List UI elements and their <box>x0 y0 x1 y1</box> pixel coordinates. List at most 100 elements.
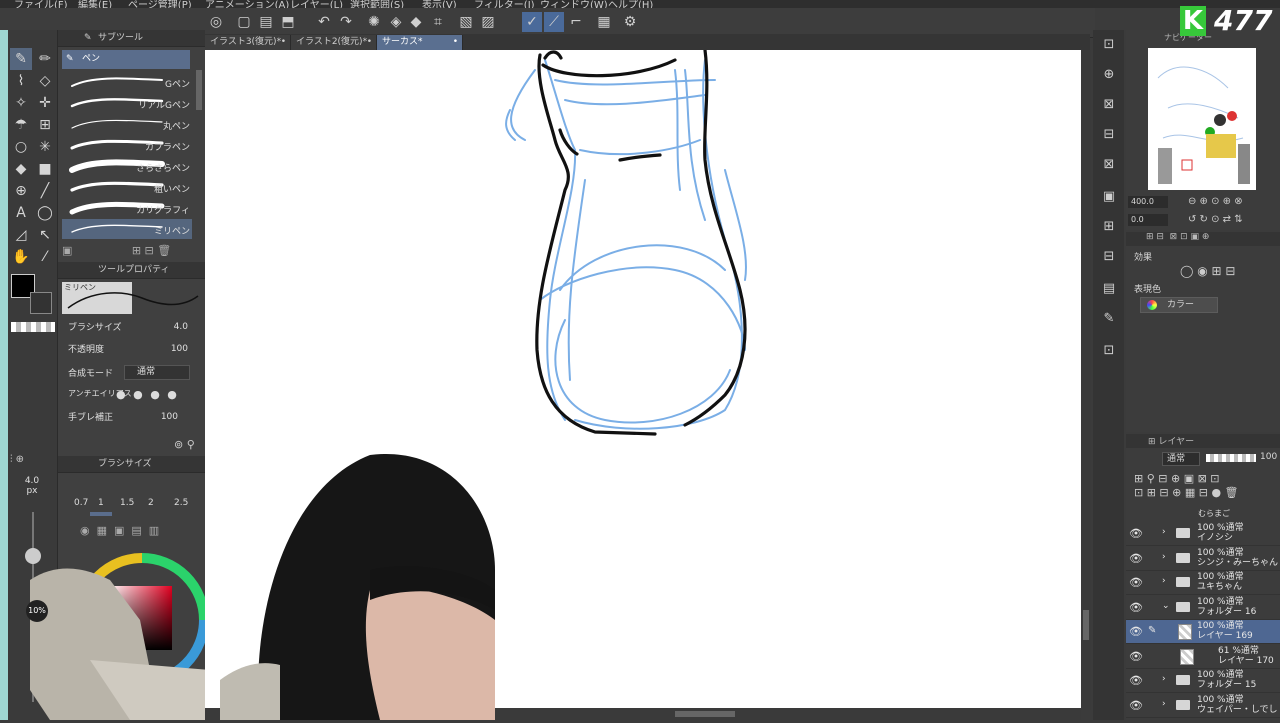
layer-row[interactable]: 👁 ⌄ 100 %通常 フォルダー 16 <box>1126 596 1280 620</box>
brushsize-footer-icons[interactable]: ◉ ▦ ▣ ▤ ▥ <box>80 524 200 538</box>
auto-action-icon[interactable]: ⊟ <box>1098 246 1120 268</box>
brush-item[interactable]: カブラペン <box>62 135 192 155</box>
figure-icon[interactable]: ⊡ <box>1098 340 1120 362</box>
hand-tool-icon[interactable]: ✋ <box>10 246 32 268</box>
visibility-eye-icon[interactable]: 👁 <box>1129 625 1143 638</box>
pencil-tool-icon[interactable]: ✏ <box>34 48 56 70</box>
layer-row[interactable]: 👁 › 100 %通常 フォルダー 15 <box>1126 669 1280 693</box>
brush-item[interactable]: Gペン <box>62 72 192 92</box>
operation-tool-icon[interactable]: ↖ <box>34 224 56 246</box>
chevron-right-icon[interactable]: › <box>1162 527 1166 537</box>
ruler-icon[interactable]: ▨ <box>478 12 498 32</box>
canvas-vertical-scrollbar[interactable] <box>1081 50 1091 710</box>
chevron-right-icon[interactable]: › <box>1162 674 1166 684</box>
search-icon[interactable]: ⊕ <box>1098 64 1120 86</box>
magic-wand-icon[interactable]: ✳ <box>34 136 56 158</box>
transform-icon[interactable]: ◆ <box>406 12 426 32</box>
navigator-preview[interactable] <box>1148 48 1256 190</box>
subtool-scrollbar[interactable] <box>196 70 202 110</box>
snap-icon[interactable]: ▧ <box>456 12 476 32</box>
visibility-eye-icon[interactable]: 👁 <box>1129 650 1143 663</box>
nav-toggle-icon[interactable]: ⊡ <box>1098 34 1120 56</box>
subtool-group-pen[interactable]: ✎ ペン <box>62 50 190 69</box>
new-icon[interactable]: ▢ <box>234 12 254 32</box>
lasso-tool-icon[interactable]: ○ <box>10 136 32 158</box>
chevron-right-icon[interactable]: › <box>1162 552 1166 562</box>
brush-item[interactable]: さらさらペン <box>62 156 192 176</box>
layer-action-buttons[interactable]: ⊞ ⚲ ⊟ ⊕ ▣ ⊠ ⊡ ⊡ ⊞ ⊟ ⊕ ▦ ⊟ ● 🗑 <box>1134 472 1278 502</box>
effect-buttons[interactable]: ◯ ◉ ⊞ ⊟ <box>1180 264 1235 278</box>
figure-tool-icon[interactable]: ⊕ <box>10 180 32 202</box>
brush-size-preset[interactable]: 2 <box>148 498 154 508</box>
gradient-tool-icon[interactable]: ■ <box>34 158 56 180</box>
layer-row[interactable]: 👁 › 100 %通常 シンジ・みーちゃん <box>1126 547 1280 571</box>
transparent-swatch[interactable] <box>11 322 55 332</box>
chevron-right-icon[interactable]: › <box>1162 699 1166 709</box>
brush-size-row[interactable]: ブラシサイズ 4.0 <box>68 320 190 338</box>
opacity-row[interactable]: 不透明度 100 <box>68 342 190 360</box>
stabilize-row[interactable]: 手ブレ補正 100 <box>68 410 190 428</box>
grid-tool-icon[interactable]: ⊞ <box>34 114 56 136</box>
angle-value[interactable]: 0.0 <box>1128 214 1168 226</box>
move-tool-icon[interactable]: ✛ <box>34 92 56 114</box>
menu-layer[interactable]: レイヤー(L) <box>290 0 343 8</box>
brush-size-value[interactable]: 4.0 <box>174 322 188 332</box>
visibility-eye-icon[interactable]: 👁 <box>1129 576 1143 589</box>
layer-row[interactable]: 👁 › 100 %通常 ウェイパー・しでし <box>1126 694 1280 718</box>
snap-grid-icon[interactable]: ⌐ <box>566 12 586 32</box>
layer-opacity-slider[interactable] <box>1206 454 1256 462</box>
layer-row[interactable]: 👁 61 %通常 レイヤー 170 <box>1126 645 1280 669</box>
brush-item[interactable]: リアルGペン <box>62 93 192 113</box>
brush-size-preset[interactable]: 1 <box>98 498 104 508</box>
decoration-tool-icon[interactable]: ✧ <box>10 92 32 114</box>
blend-tool-icon[interactable]: ☂ <box>10 114 32 136</box>
material-icon[interactable]: ⊠ <box>1098 94 1120 116</box>
menu-file[interactable]: ファイル(F) <box>14 0 68 8</box>
sub-color-swatch[interactable] <box>30 292 52 314</box>
subtool-footer-icons[interactable]: ▣ ⊞ ⊟ 🗑 <box>62 244 202 260</box>
visibility-eye-icon[interactable]: 👁 <box>1129 601 1143 614</box>
brush-size-preset[interactable]: 1.5 <box>120 498 134 508</box>
layer-prop-icon[interactable]: ⊞ <box>1098 216 1120 238</box>
horizontal-scroll-thumb[interactable] <box>675 711 735 717</box>
edit-icon[interactable]: ✎ <box>1098 308 1120 330</box>
frame-tool-icon[interactable]: ◿ <box>10 224 32 246</box>
open-icon[interactable]: ▤ <box>256 12 276 32</box>
layer-blend-select[interactable]: 通常 <box>1162 452 1200 466</box>
zoom-buttons[interactable]: ⊖ ⊕ ⊙ ⊕ ⊗ <box>1188 196 1278 208</box>
brush-tool-icon[interactable]: ⌇ <box>10 70 32 92</box>
zoom-value[interactable]: 400.0 <box>1128 196 1168 208</box>
menu-view[interactable]: 表示(V) <box>422 0 457 8</box>
express-color-select[interactable]: カラー <box>1140 297 1218 313</box>
tab-circus[interactable]: サーカス* • <box>377 35 463 50</box>
item-bank-icon[interactable]: ▤ <box>1098 278 1120 300</box>
rotate-buttons[interactable]: ↺ ↻ ⊙ ⇄ ⇅ <box>1188 214 1278 226</box>
fill-icon[interactable]: ◈ <box>386 12 406 32</box>
tab-close-icon[interactable]: • <box>367 35 372 50</box>
menu-select[interactable]: 選択範囲(S) <box>350 0 404 8</box>
balloon-tool-icon[interactable]: ◯ <box>34 202 56 224</box>
crop-icon[interactable]: ⌗ <box>428 12 448 32</box>
undo-icon[interactable]: ↶ <box>314 12 334 32</box>
settings-icon[interactable]: ⚙ <box>620 12 640 32</box>
fill-tool-icon[interactable]: ◆ <box>10 158 32 180</box>
chevron-right-icon[interactable]: › <box>1162 576 1166 586</box>
toolprop-wrench-icon[interactable]: ⊚ ⚲ <box>174 438 195 451</box>
brush-size-preset[interactable]: 2.5 <box>174 498 188 508</box>
menu-filter[interactable]: フィルター(I) <box>474 0 535 8</box>
visibility-eye-icon[interactable]: 👁 <box>1129 527 1143 540</box>
antialias-options[interactable]: ● ● ● ● <box>116 388 190 402</box>
line-tool-icon[interactable]: ╱ <box>34 180 56 202</box>
layer-opacity-value[interactable]: 100 <box>1260 452 1277 462</box>
layer-row[interactable]: 👁 › 100 %通常 イノシシ <box>1126 522 1280 546</box>
visibility-eye-icon[interactable]: 👁 <box>1129 552 1143 565</box>
tab-close-icon[interactable]: • <box>281 35 286 50</box>
eyedropper-tool-icon[interactable]: ⁄ <box>34 246 56 268</box>
redo-icon[interactable]: ↷ <box>336 12 356 32</box>
stabilize-value[interactable]: 100 <box>161 412 178 422</box>
save-icon[interactable]: ⬒ <box>278 12 298 32</box>
sub-view-icon[interactable]: ▣ <box>1098 186 1120 208</box>
app-icon[interactable]: ◎ <box>206 12 226 32</box>
clear-icon[interactable]: ✺ <box>364 12 384 32</box>
tab-illust2[interactable]: イラスト2(復元)* • <box>291 35 377 50</box>
